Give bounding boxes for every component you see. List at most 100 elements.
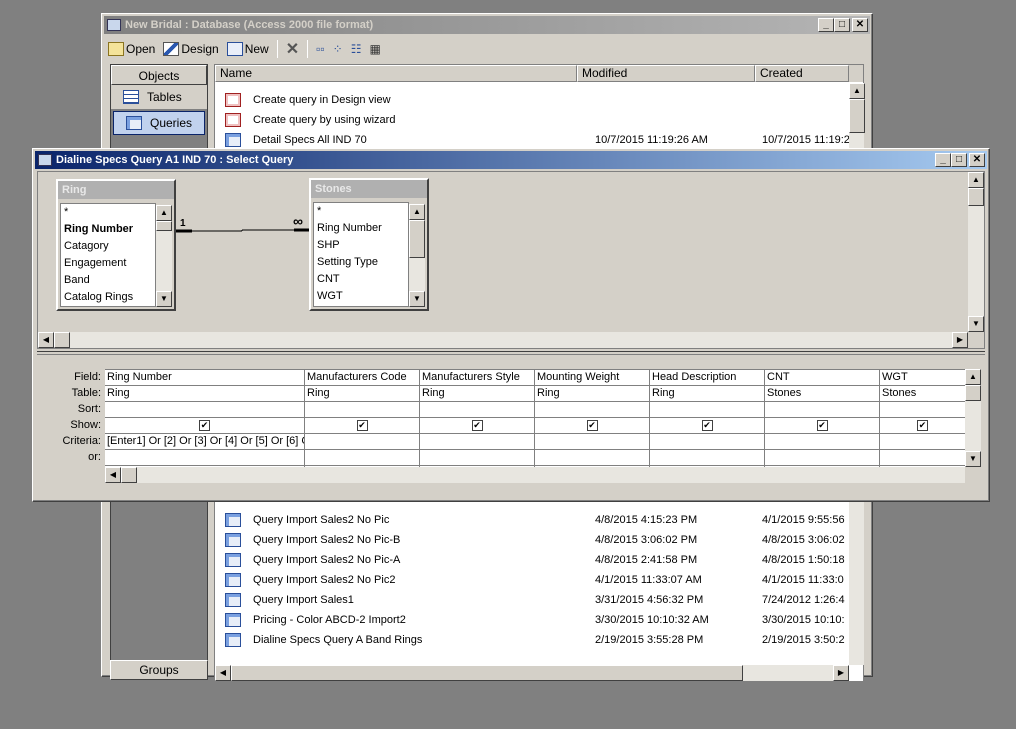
table-cell[interactable]: Ring [305,386,419,402]
scroll-right-button[interactable]: ▶ [833,665,849,681]
sort-cell[interactable] [305,402,419,418]
field-cell[interactable]: Ring Number [105,370,304,386]
sort-cell[interactable] [765,402,879,418]
criteria-cell[interactable] [305,434,419,450]
database-titlebar[interactable]: New Bridal : Database (Access 2000 file … [104,16,870,34]
show-cell[interactable]: ✔ [105,418,304,434]
field-item[interactable]: Engagement [61,255,155,272]
field-cell[interactable]: WGT [880,370,965,386]
minimize-button[interactable]: _ [818,18,834,32]
field-list-scrollbar[interactable]: ▲ ▼ [409,204,425,307]
show-checkbox[interactable]: ✔ [199,419,210,431]
grid-column[interactable]: Mounting Weight Ring ✔ [535,370,650,468]
scroll-up-button[interactable]: ▲ [409,204,425,220]
show-checkbox[interactable]: ✔ [586,419,598,431]
table-pane-horizontal-scrollbar[interactable]: ◀ ▶ [38,332,968,348]
design-button[interactable]: Design [163,42,219,56]
or-cell[interactable] [880,450,965,466]
scroll-thumb[interactable] [121,467,137,483]
field-item[interactable]: * [61,204,155,221]
or-cell[interactable] [420,450,534,466]
show-checkbox[interactable]: ✔ [816,419,828,431]
scroll-thumb[interactable] [849,99,865,133]
maximize-button[interactable]: □ [834,18,850,32]
show-checkbox[interactable]: ✔ [701,419,713,431]
show-cell[interactable]: ✔ [650,418,764,434]
show-cell[interactable]: ✔ [765,418,879,434]
column-header-modified[interactable]: Modified [577,65,755,82]
or-cell[interactable] [105,450,304,466]
grid-column[interactable]: Ring Number Ring ✔ [Enter1] Or [2] Or [3… [105,370,305,468]
criteria-cell[interactable] [650,434,764,450]
table-pane-vertical-scrollbar[interactable]: ▲ ▼ [968,172,984,332]
criteria-cell[interactable] [535,434,649,450]
criteria-cell[interactable] [880,434,965,450]
grid-column[interactable]: Head Description Ring ✔ [650,370,765,468]
criteria-cell[interactable] [765,434,879,450]
or-cell[interactable] [305,450,419,466]
table-cell[interactable]: Ring [650,386,764,402]
sort-cell[interactable] [105,402,304,418]
or-cell[interactable] [535,450,649,466]
scroll-down-button[interactable]: ▼ [968,316,984,332]
close-button[interactable]: ✕ [852,18,868,32]
scroll-right-button[interactable]: ▶ [952,332,968,348]
field-item[interactable]: Setting Type [314,254,408,271]
scroll-left-button[interactable]: ◀ [38,332,54,348]
field-cell[interactable]: Mounting Weight [535,370,649,386]
relationship-line[interactable] [176,214,310,244]
show-cell[interactable]: ✔ [535,418,649,434]
list-view-button[interactable]: ☷ [351,42,362,56]
table-cell[interactable]: Stones [880,386,965,402]
scroll-down-button[interactable]: ▼ [156,291,172,307]
or-cell[interactable] [765,450,879,466]
field-item[interactable]: Catagory [61,238,155,255]
scroll-thumb[interactable] [231,665,743,681]
scroll-thumb[interactable] [968,188,984,206]
maximize-button[interactable]: □ [951,153,967,167]
pane-splitter[interactable] [37,351,985,355]
show-checkbox[interactable]: ✔ [471,419,483,431]
scroll-thumb[interactable] [156,221,172,231]
field-item[interactable]: Catalog Rings [61,289,155,306]
table-cell[interactable]: Ring [535,386,649,402]
objects-item-queries[interactable]: Queries [113,111,205,135]
minimize-button[interactable]: _ [935,153,951,167]
table-cell[interactable]: Ring [105,386,304,402]
field-cell[interactable]: Manufacturers Style [420,370,534,386]
delete-button[interactable]: ✕ [286,39,299,59]
scroll-thumb[interactable] [409,220,425,258]
details-view-button[interactable]: ▦ [369,42,380,56]
close-button[interactable]: ✕ [969,153,985,167]
grid-column[interactable]: CNT Stones ✔ [765,370,880,468]
scroll-left-button[interactable]: ◀ [105,467,121,483]
grid-column[interactable]: Manufacturers Style Ring ✔ [420,370,535,468]
scroll-up-button[interactable]: ▲ [156,205,172,221]
table-title[interactable]: Ring [58,181,174,199]
field-item[interactable]: CNT [314,271,408,288]
column-header-created[interactable]: Created [755,65,849,82]
sort-cell[interactable] [420,402,534,418]
show-cell[interactable]: ✔ [305,418,419,434]
sort-cell[interactable] [535,402,649,418]
or-cell[interactable] [650,450,764,466]
field-item[interactable]: Ring Number [314,220,408,237]
field-item[interactable]: Band [61,272,155,289]
field-list-scrollbar[interactable]: ▲ ▼ [156,205,172,307]
table-title[interactable]: Stones [311,180,427,198]
scroll-thumb[interactable] [965,385,981,401]
open-button[interactable]: Open [108,42,155,56]
list-horizontal-scrollbar[interactable]: ◀ ▶ [215,665,849,681]
grid-column[interactable]: WGT Stones ✔ [880,370,965,468]
show-cell[interactable]: ✔ [420,418,534,434]
scroll-up-button[interactable]: ▲ [849,83,865,99]
scroll-thumb[interactable] [54,332,70,348]
field-item[interactable]: Ring Number [61,221,155,238]
show-cell[interactable]: ✔ [880,418,965,434]
table-box-stones[interactable]: Stones * Ring Number SHP Setting Type CN… [309,178,429,311]
field-cell[interactable]: Head Description [650,370,764,386]
table-box-ring[interactable]: Ring * Ring Number Catagory Engagement B… [56,179,176,311]
objects-item-tables[interactable]: Tables [111,85,207,109]
scroll-up-button[interactable]: ▲ [968,172,984,188]
query-titlebar[interactable]: Dialine Specs Query A1 IND 70 : Select Q… [35,151,987,169]
